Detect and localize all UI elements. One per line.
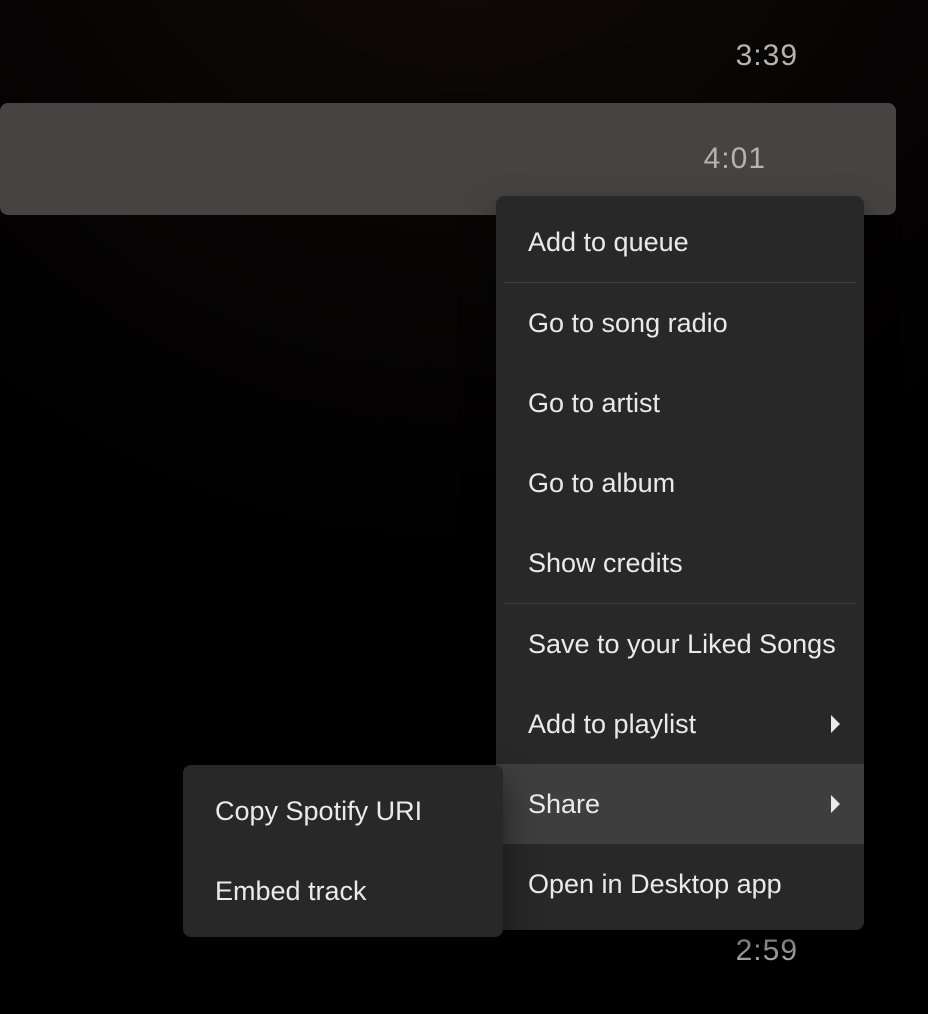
menu-label: Copy Spotify URI: [215, 796, 422, 827]
menu-go-to-artist[interactable]: Go to artist: [496, 363, 864, 443]
menu-go-to-album[interactable]: Go to album: [496, 443, 864, 523]
menu-share[interactable]: Share: [496, 764, 864, 844]
menu-label: Add to playlist: [528, 709, 696, 740]
menu-label: Add to queue: [528, 227, 689, 258]
menu-label: Save to your Liked Songs: [528, 629, 836, 660]
menu-add-to-playlist[interactable]: Add to playlist: [496, 684, 864, 764]
menu-label: Go to artist: [528, 388, 660, 419]
menu-show-credits[interactable]: Show credits: [496, 523, 864, 603]
menu-label: Share: [528, 789, 600, 820]
track-row[interactable]: 3:39: [0, 0, 928, 112]
menu-go-to-song-radio[interactable]: Go to song radio: [496, 283, 864, 363]
menu-add-to-queue[interactable]: Add to queue: [496, 202, 864, 282]
track-duration: 2:59: [736, 934, 798, 968]
share-submenu: Copy Spotify URI Embed track: [183, 765, 503, 937]
submenu-copy-spotify-uri[interactable]: Copy Spotify URI: [183, 771, 503, 851]
menu-label: Go to album: [528, 468, 675, 499]
menu-save-liked-songs[interactable]: Save to your Liked Songs: [496, 604, 864, 684]
chevron-right-icon: [831, 715, 840, 733]
menu-label: Go to song radio: [528, 308, 728, 339]
chevron-right-icon: [831, 795, 840, 813]
menu-label: Show credits: [528, 548, 683, 579]
track-duration: 4:01: [704, 142, 766, 176]
track-duration: 3:39: [736, 39, 798, 73]
menu-label: Open in Desktop app: [528, 869, 782, 900]
track-context-menu: Add to queue Go to song radio Go to arti…: [496, 196, 864, 930]
menu-open-desktop-app[interactable]: Open in Desktop app: [496, 844, 864, 924]
submenu-embed-track[interactable]: Embed track: [183, 851, 503, 931]
menu-label: Embed track: [215, 876, 367, 907]
